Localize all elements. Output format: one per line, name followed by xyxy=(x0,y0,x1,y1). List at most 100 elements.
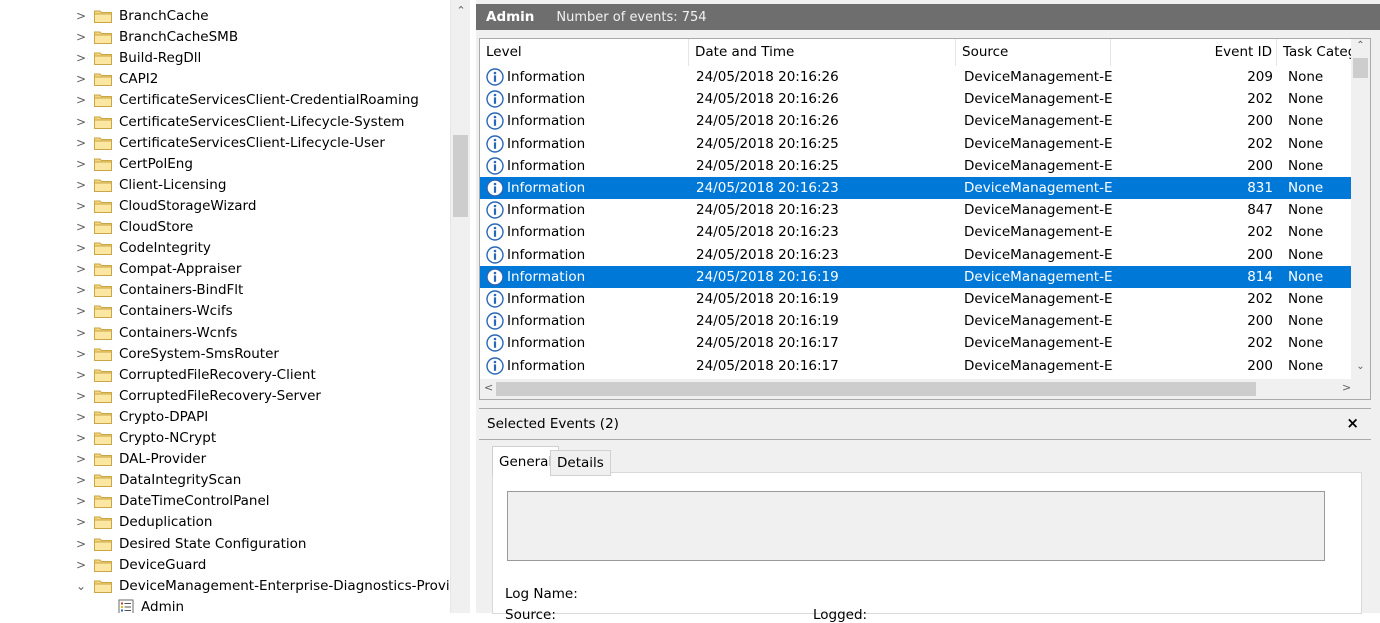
chevron-icon[interactable]: > xyxy=(76,196,86,217)
event-row[interactable]: Information 24/05/2018 20:16:23 DeviceMana… xyxy=(480,221,1353,243)
chevron-icon[interactable]: > xyxy=(76,48,86,69)
tree-item[interactable]: > CloudStorageWizard xyxy=(0,196,450,217)
tree-item[interactable]: > CertificateServicesClient-Lifecycle-Use… xyxy=(0,133,450,154)
chevron-icon[interactable]: > xyxy=(76,154,86,175)
tree-item[interactable]: > Desired State Configuration xyxy=(0,534,450,555)
chevron-icon[interactable]: > xyxy=(76,386,86,407)
column-header-source[interactable]: Source xyxy=(956,39,1111,66)
tree-item-label: DateTimeControlPanel xyxy=(119,493,270,510)
chevron-icon[interactable]: > xyxy=(76,27,86,48)
chevron-icon[interactable]: > xyxy=(76,6,86,27)
chevron-icon[interactable]: > xyxy=(76,449,86,470)
tree-item[interactable]: > CertPolEng xyxy=(0,154,450,175)
tree-item[interactable]: > CertificateServicesClient-CredentialRoa… xyxy=(0,90,450,111)
tree-item[interactable]: > DeviceGuard xyxy=(0,555,450,576)
grid-vertical-scrollbar[interactable]: ⌃ ⌄ xyxy=(1351,39,1370,379)
chevron-icon[interactable]: > xyxy=(76,491,86,512)
tree-item[interactable]: ⌄ DeviceManagement-Enterprise-Diagnostics… xyxy=(0,576,470,597)
column-header-task-category[interactable]: Task Categ xyxy=(1277,39,1357,66)
event-row[interactable]: Information 24/05/2018 20:16:19 DeviceMana… xyxy=(480,265,1353,288)
tree-item[interactable]: > CodeIntegrity xyxy=(0,238,450,259)
scroll-down-arrow-icon[interactable]: ⌄ xyxy=(1351,361,1370,372)
event-row[interactable]: Information 24/05/2018 20:16:26 DeviceMana… xyxy=(480,110,1353,132)
tree-item[interactable]: > Crypto-NCrypt xyxy=(0,428,450,449)
event-row[interactable]: Information 24/05/2018 20:16:23 DeviceMana… xyxy=(480,244,1353,266)
tree-item-admin[interactable]: Admin xyxy=(0,596,450,613)
scroll-left-arrow-icon[interactable]: < xyxy=(484,381,493,394)
tree-item[interactable]: > BranchCache xyxy=(0,6,450,27)
tree-item[interactable]: > CAPI2 xyxy=(0,69,450,90)
event-row[interactable]: Information 24/05/2018 20:16:23 DeviceMana… xyxy=(480,199,1353,221)
folder-icon xyxy=(94,305,112,319)
chevron-icon[interactable]: > xyxy=(76,175,86,196)
tree-item[interactable]: > Build-RegDll xyxy=(0,48,450,69)
close-icon[interactable]: × xyxy=(1346,414,1359,432)
tree-item-label: CertificateServicesClient-Lifecycle-User xyxy=(119,134,385,151)
tree-item[interactable]: > DAL-Provider xyxy=(0,449,450,470)
chevron-icon[interactable]: > xyxy=(76,407,86,428)
details-divider xyxy=(479,439,1371,440)
column-header-level[interactable]: Level xyxy=(480,39,689,66)
tree-item[interactable]: > Containers-BindFlt xyxy=(0,280,450,301)
grid-hscroll-thumb[interactable] xyxy=(496,382,1256,396)
chevron-icon[interactable]: > xyxy=(76,112,86,133)
chevron-icon[interactable]: > xyxy=(76,512,86,533)
chevron-icon[interactable]: > xyxy=(76,69,86,90)
chevron-icon[interactable]: > xyxy=(76,217,86,238)
tree-item[interactable]: > Deduplication xyxy=(0,512,450,533)
event-row[interactable]: Information 24/05/2018 20:16:26 DeviceMana… xyxy=(480,66,1353,88)
tree-item[interactable]: > BranchCacheSMB xyxy=(0,27,450,48)
chevron-icon[interactable]: > xyxy=(76,238,86,259)
chevron-icon[interactable]: > xyxy=(76,280,86,301)
tree-item[interactable]: > CorruptedFileRecovery-Server xyxy=(0,386,450,407)
event-row[interactable]: Information 24/05/2018 20:16:25 DeviceMana… xyxy=(480,133,1353,155)
information-icon xyxy=(486,312,504,330)
tree-item[interactable]: > CertificateServicesClient-Lifecycle-Sys… xyxy=(0,112,450,133)
tree-item[interactable]: > Containers-Wcifs xyxy=(0,301,450,322)
folder-icon xyxy=(94,580,112,593)
chevron-icon[interactable]: ⌄ xyxy=(76,576,86,597)
scroll-right-arrow-icon[interactable]: > xyxy=(1342,381,1351,394)
chevron-icon[interactable]: > xyxy=(76,90,86,111)
tree-item[interactable]: > CorruptedFileRecovery-Client xyxy=(0,365,450,386)
tree-item[interactable]: > DataIntegrityScan xyxy=(0,470,450,491)
tree-item[interactable]: > Client-Licensing xyxy=(0,175,450,196)
tree-item[interactable]: > Containers-Wcnfs xyxy=(0,323,450,344)
grid-vscroll-thumb[interactable] xyxy=(1353,58,1368,78)
chevron-icon[interactable]: > xyxy=(76,428,86,449)
event-row[interactable]: Information 24/05/2018 20:16:17 DeviceMana… xyxy=(480,332,1353,354)
scroll-up-arrow-icon[interactable]: ⌃ xyxy=(451,4,471,17)
chevron-icon[interactable]: > xyxy=(76,555,86,576)
event-row[interactable]: Information 24/05/2018 20:16:25 DeviceMana… xyxy=(480,155,1353,177)
tree-item[interactable]: > DateTimeControlPanel xyxy=(0,491,450,512)
chevron-icon[interactable]: > xyxy=(76,323,86,344)
column-header-date-time[interactable]: Date and Time xyxy=(689,39,956,66)
grid-horizontal-scrollbar[interactable]: < > xyxy=(480,379,1370,399)
cell-source: DeviceManagement-E... xyxy=(964,69,1114,85)
cell-level: Information xyxy=(507,313,586,330)
event-row[interactable]: Information 24/05/2018 20:16:19 DeviceMana… xyxy=(480,288,1353,310)
scroll-up-arrow-icon[interactable]: ⌃ xyxy=(1351,40,1370,51)
event-row[interactable]: Information 24/05/2018 20:16:23 DeviceMana… xyxy=(480,177,1353,199)
chevron-icon[interactable]: > xyxy=(76,470,86,491)
tree-item[interactable]: > CoreSystem-SmsRouter xyxy=(0,344,450,365)
chevron-icon[interactable]: > xyxy=(76,534,86,555)
event-row[interactable]: Information 24/05/2018 20:16:26 DeviceMana… xyxy=(480,88,1353,110)
chevron-icon[interactable]: > xyxy=(76,365,86,386)
event-row[interactable]: Information 24/05/2018 20:16:19 DeviceMana… xyxy=(480,310,1353,332)
event-log-icon xyxy=(118,599,134,613)
cell-level: Information xyxy=(507,135,586,152)
column-header-event-id[interactable]: Event ID xyxy=(1111,39,1277,66)
tab-details[interactable]: Details xyxy=(550,450,611,476)
tree-item[interactable]: > Crypto-DPAPI xyxy=(0,407,450,428)
folder-icon xyxy=(94,516,112,530)
tree-item[interactable]: > CloudStore xyxy=(0,217,450,238)
chevron-icon[interactable]: > xyxy=(76,259,86,280)
tree-scroll-thumb[interactable] xyxy=(453,135,468,217)
chevron-icon[interactable]: > xyxy=(76,344,86,365)
chevron-icon[interactable]: > xyxy=(76,301,86,322)
event-row[interactable]: Information 24/05/2018 20:16:17 DeviceMana… xyxy=(480,355,1353,377)
chevron-icon[interactable]: > xyxy=(76,133,86,154)
tree-vertical-scrollbar[interactable]: ⌃ xyxy=(450,0,470,613)
tree-item[interactable]: > Compat-Appraiser xyxy=(0,259,450,280)
